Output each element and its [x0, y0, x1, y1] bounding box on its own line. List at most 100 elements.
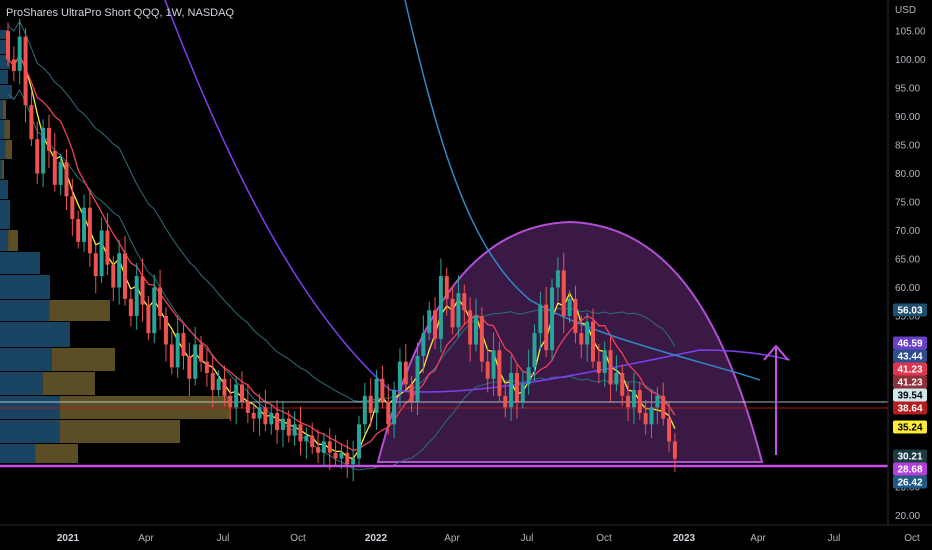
price-badge-label: 41.23	[897, 365, 922, 376]
price-tick-label: 70.00	[895, 226, 920, 237]
candle-body	[538, 304, 543, 334]
candle-body	[509, 373, 514, 408]
candle-body	[111, 264, 116, 288]
candle-body	[415, 355, 420, 402]
currency-label: USD	[895, 5, 916, 16]
candle-body	[310, 435, 315, 448]
time-tick-label: Jul	[521, 533, 534, 544]
candle-body	[82, 207, 87, 242]
candle-body	[46, 127, 51, 151]
candle-body	[228, 395, 233, 408]
candle-body	[263, 407, 268, 425]
candle-body	[491, 350, 496, 379]
candle-body	[520, 384, 525, 402]
candle-body	[64, 162, 69, 197]
candle-body	[596, 361, 601, 373]
time-tick-label: Oct	[904, 533, 920, 544]
candle-body	[397, 361, 402, 391]
price-tick-label: 105.00	[895, 27, 926, 38]
candle-body	[444, 276, 449, 299]
candle-body	[591, 321, 595, 362]
candle-body	[474, 316, 478, 345]
price-badge: 28.68	[893, 462, 927, 476]
price-badge: 43.44	[893, 349, 927, 363]
price-tick-label: 20.00	[895, 511, 920, 522]
price-badge: 41.23	[893, 362, 927, 376]
price-badge: 30.21	[893, 449, 927, 463]
candle-body	[620, 373, 625, 396]
candle-body	[11, 59, 16, 71]
candle-body	[234, 384, 239, 408]
candle-body	[140, 276, 145, 305]
candle-body	[146, 304, 151, 334]
candle-body	[257, 407, 262, 419]
candle-body	[41, 127, 46, 174]
candle-body	[550, 287, 555, 351]
candle-body	[204, 361, 209, 373]
candle-body	[321, 441, 326, 453]
candle-body	[333, 452, 338, 459]
candle-body	[585, 321, 590, 345]
price-badge-label: 28.68	[897, 465, 922, 476]
candle-body	[614, 373, 619, 385]
price-chart[interactable]: 105.00 100.00 95.00 90.00 85.00 80.00 75.00 70.…	[0, 0, 932, 550]
candle-body	[631, 390, 636, 408]
candle-body	[555, 270, 560, 288]
time-tick-label: 2023	[673, 533, 696, 544]
candle-body	[339, 452, 344, 459]
candle-body	[216, 378, 221, 391]
candle-body	[345, 452, 350, 465]
candle-body	[327, 441, 332, 453]
candle-body	[87, 207, 92, 254]
candle-body	[105, 230, 110, 265]
candle-body	[134, 276, 139, 316]
candle-body	[70, 196, 75, 220]
candle-body	[649, 407, 654, 425]
time-tick-label: Jul	[828, 533, 841, 544]
candle-body	[181, 333, 186, 356]
candle-body	[123, 253, 127, 299]
candle-body	[392, 390, 397, 425]
candle-body	[117, 253, 122, 288]
time-tick-label: Apr	[750, 533, 766, 544]
time-tick-label: Jul	[217, 533, 230, 544]
candle-body	[275, 412, 280, 430]
candle-body	[368, 395, 373, 413]
candle-body	[280, 418, 285, 430]
price-tick-label: 75.00	[895, 198, 920, 209]
candle-body	[573, 298, 578, 334]
candle-body	[433, 310, 438, 339]
candle-body	[351, 458, 356, 465]
price-badge-label: 41.23	[897, 378, 922, 389]
time-tick-label: 2022	[365, 533, 388, 544]
candle-body	[251, 412, 256, 419]
price-badge-label: 56.03	[897, 306, 922, 317]
candle-body	[52, 150, 57, 185]
candle-body	[58, 162, 63, 185]
time-tick-label: Oct	[596, 533, 612, 544]
price-badge-label: 26.42	[897, 478, 922, 489]
candle-body	[199, 344, 204, 362]
candle-body	[561, 270, 566, 316]
candle-body	[187, 355, 192, 379]
price-badge: 35.24	[893, 420, 927, 434]
candle-body	[602, 350, 607, 373]
time-tick-label: Oct	[290, 533, 306, 544]
price-badge-label: 39.54	[897, 391, 922, 402]
price-badge: 41.23	[893, 375, 927, 389]
time-tick-label: 2021	[57, 533, 80, 544]
candle-body	[298, 424, 303, 442]
candle-body	[403, 361, 408, 385]
candle-body	[286, 418, 291, 436]
candle-body	[526, 367, 531, 385]
time-tick-label: Apr	[138, 533, 154, 544]
candle-body	[479, 316, 484, 362]
candle-body	[485, 361, 490, 379]
candle-body	[409, 384, 414, 402]
candle-body	[163, 316, 168, 345]
candle-body	[608, 350, 613, 385]
candle-body	[427, 310, 432, 334]
price-badge: 56.03	[893, 303, 927, 317]
candle-body	[175, 333, 180, 368]
price-tick-label: 100.00	[895, 55, 926, 66]
